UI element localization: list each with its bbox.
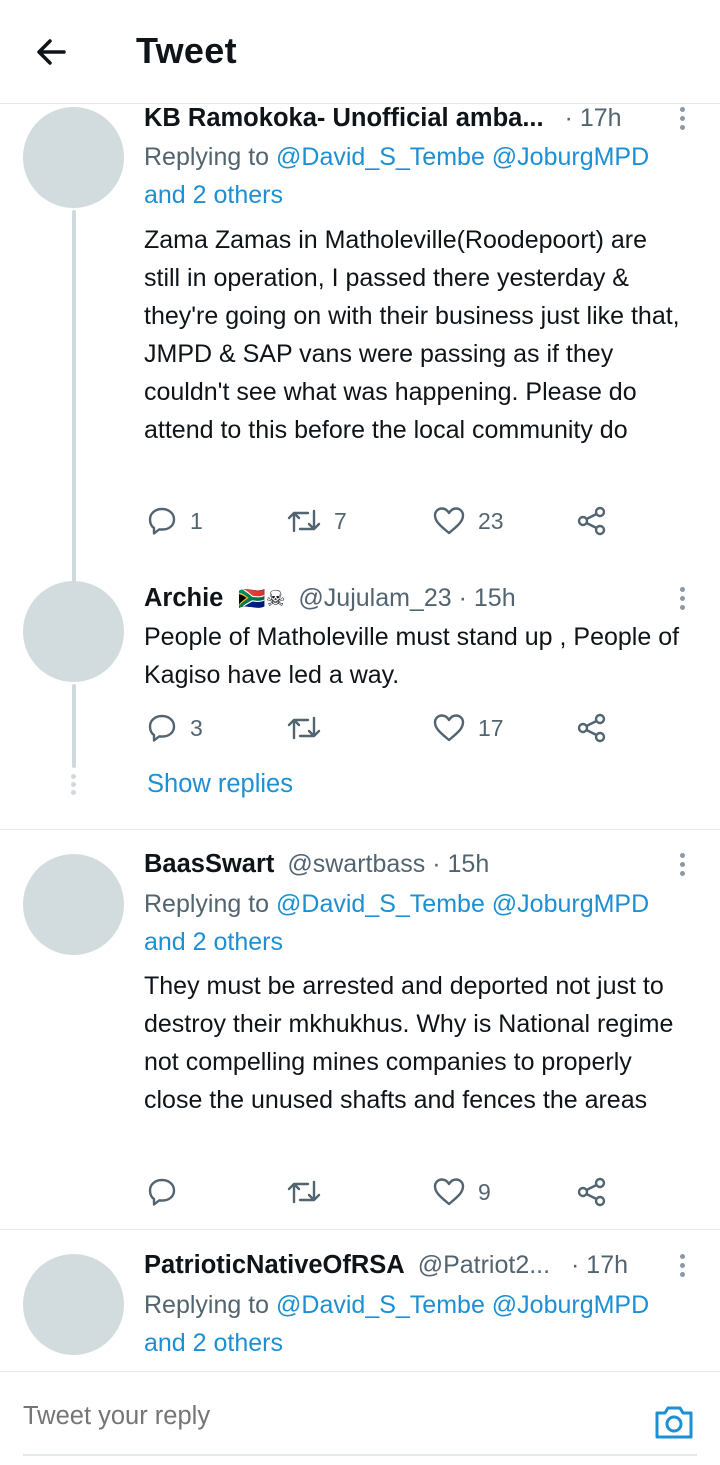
retweet-icon [287, 1180, 321, 1204]
divider [0, 829, 720, 830]
camera-icon [655, 1406, 693, 1439]
tweet-text: Zama Zamas in Matholeville(Roodepoort) a… [144, 226, 680, 444]
like-button[interactable]: 9 [432, 1172, 491, 1212]
tweet-text: They must be arrested and deported not j… [144, 972, 674, 1114]
reply-tweet[interactable]: KB Ramokoka- Unofficial amba... · 17h Re… [0, 104, 720, 680]
reply-tweet[interactable]: BaasSwart @swartbass · 15h Replying to @… [0, 848, 720, 1228]
retweet-icon [287, 509, 321, 533]
reply-button[interactable] [146, 1172, 190, 1212]
thread-line [72, 684, 76, 768]
tweet-time: · 17h [571, 1251, 628, 1279]
heart-icon [433, 714, 465, 742]
author-handle[interactable]: @Patriot2... [418, 1251, 550, 1279]
replying-others-link[interactable]: and 2 others [144, 176, 283, 214]
reply-button[interactable]: 3 [146, 708, 203, 748]
share-button[interactable] [576, 708, 608, 748]
replying-prefix: Replying to [144, 1291, 277, 1319]
replying-prefix: Replying to [144, 890, 277, 918]
heart-icon [433, 507, 465, 535]
like-count: 23 [478, 507, 504, 534]
replying-others-link[interactable]: and 2 others [144, 923, 283, 961]
more-vertical-icon [672, 107, 692, 130]
tweet-detail-screen: Tweet KB Ramokoka- Unofficial amba... · … [0, 0, 720, 1465]
retweet-count: 7 [334, 507, 347, 534]
like-button[interactable]: 17 [432, 708, 504, 748]
retweet-button[interactable] [286, 708, 334, 748]
more-vertical-icon [672, 587, 692, 610]
author-name[interactable]: PatrioticNativeOfRSA [144, 1251, 405, 1279]
like-button[interactable]: 23 [432, 501, 504, 541]
author-name[interactable]: BaasSwart [144, 850, 274, 878]
tweet-text: People of Matholeville must stand up , P… [144, 623, 680, 689]
tweet-actions: 9 [144, 1172, 624, 1212]
thread-dots [71, 774, 77, 798]
tweet-actions: 3 17 [144, 708, 624, 748]
tweet-time: · 15h [458, 584, 516, 612]
share-button[interactable] [576, 1172, 608, 1212]
reply-count: 3 [190, 714, 203, 741]
author-handle[interactable]: @Jujulam_23 [298, 584, 451, 612]
reply-input-underline [23, 1454, 697, 1456]
tweet-time: · 15h [432, 850, 490, 878]
tweet-header: BaasSwart @swartbass · 15h [144, 845, 489, 883]
share-button[interactable] [576, 501, 608, 541]
replying-handles-link[interactable]: @David_S_Tembe @JoburgMPD [276, 890, 649, 918]
replying-to: Replying to @David_S_Tembe @JoburgMPD [144, 1286, 649, 1324]
more-vertical-icon [672, 853, 692, 876]
retweet-button[interactable] [286, 1172, 334, 1212]
retweet-button[interactable]: 7 [286, 501, 347, 541]
tweet-header: PatrioticNativeOfRSA @Patriot2... · 17h [144, 1246, 628, 1284]
reply-composer [0, 1371, 720, 1465]
replying-handles-link[interactable]: @David_S_Tembe @JoburgMPD [276, 1291, 649, 1319]
arrow-left-icon [37, 39, 66, 65]
more-options-button[interactable] [672, 587, 692, 613]
reply-button[interactable]: 1 [146, 501, 203, 541]
share-icon [577, 713, 606, 743]
avatar[interactable] [23, 581, 124, 682]
more-vertical-icon [672, 1254, 692, 1277]
comment-icon [148, 1178, 176, 1206]
more-options-button[interactable] [672, 107, 692, 133]
author-name[interactable]: Archie [144, 584, 223, 612]
share-icon [577, 1177, 606, 1207]
back-button[interactable] [30, 30, 74, 74]
comment-icon [148, 507, 176, 535]
reply-tweet[interactable]: Archie 🇿🇦☠ @Jujulam_23 · 15h People of M… [0, 578, 720, 828]
flag-emoji: 🇿🇦☠ [238, 586, 286, 611]
heart-icon [433, 1178, 465, 1206]
replying-prefix: Replying to [144, 143, 277, 171]
retweet-icon [287, 716, 321, 740]
author-name[interactable]: KB Ramokoka- Unofficial amba... [144, 104, 544, 132]
reply-tweet[interactable]: PatrioticNativeOfRSA @Patriot2... · 17h … [0, 1248, 720, 1370]
page-title: Tweet [136, 30, 237, 71]
tweet-time: · 17h [564, 104, 622, 132]
more-options-button[interactable] [672, 1254, 692, 1280]
replying-handles-link[interactable]: @David_S_Tembe @JoburgMPD [276, 143, 649, 171]
show-replies-link[interactable]: Show replies [147, 770, 293, 799]
share-icon [577, 506, 606, 536]
avatar[interactable] [23, 854, 124, 955]
comment-icon [148, 714, 176, 742]
replying-to: Replying to @David_S_Tembe @JoburgMPD [144, 138, 649, 176]
divider [0, 1229, 720, 1230]
reply-count: 1 [190, 507, 203, 534]
tweet-actions: 1 7 23 [144, 501, 624, 541]
like-count: 9 [478, 1178, 491, 1205]
avatar[interactable] [23, 107, 124, 208]
reply-input[interactable] [23, 1402, 583, 1431]
avatar[interactable] [23, 1254, 124, 1355]
camera-button[interactable] [652, 1402, 696, 1442]
tweet-header: Archie 🇿🇦☠ @Jujulam_23 · 15h [144, 579, 516, 618]
more-options-button[interactable] [672, 853, 692, 879]
like-count: 17 [478, 714, 504, 741]
replying-others-link[interactable]: and 2 others [144, 1324, 283, 1362]
tweet-header: KB Ramokoka- Unofficial amba... · 17h [144, 99, 622, 137]
top-app-bar: Tweet [0, 0, 720, 104]
replying-to: Replying to @David_S_Tembe @JoburgMPD [144, 885, 649, 923]
author-handle[interactable]: @swartbass [287, 850, 425, 878]
